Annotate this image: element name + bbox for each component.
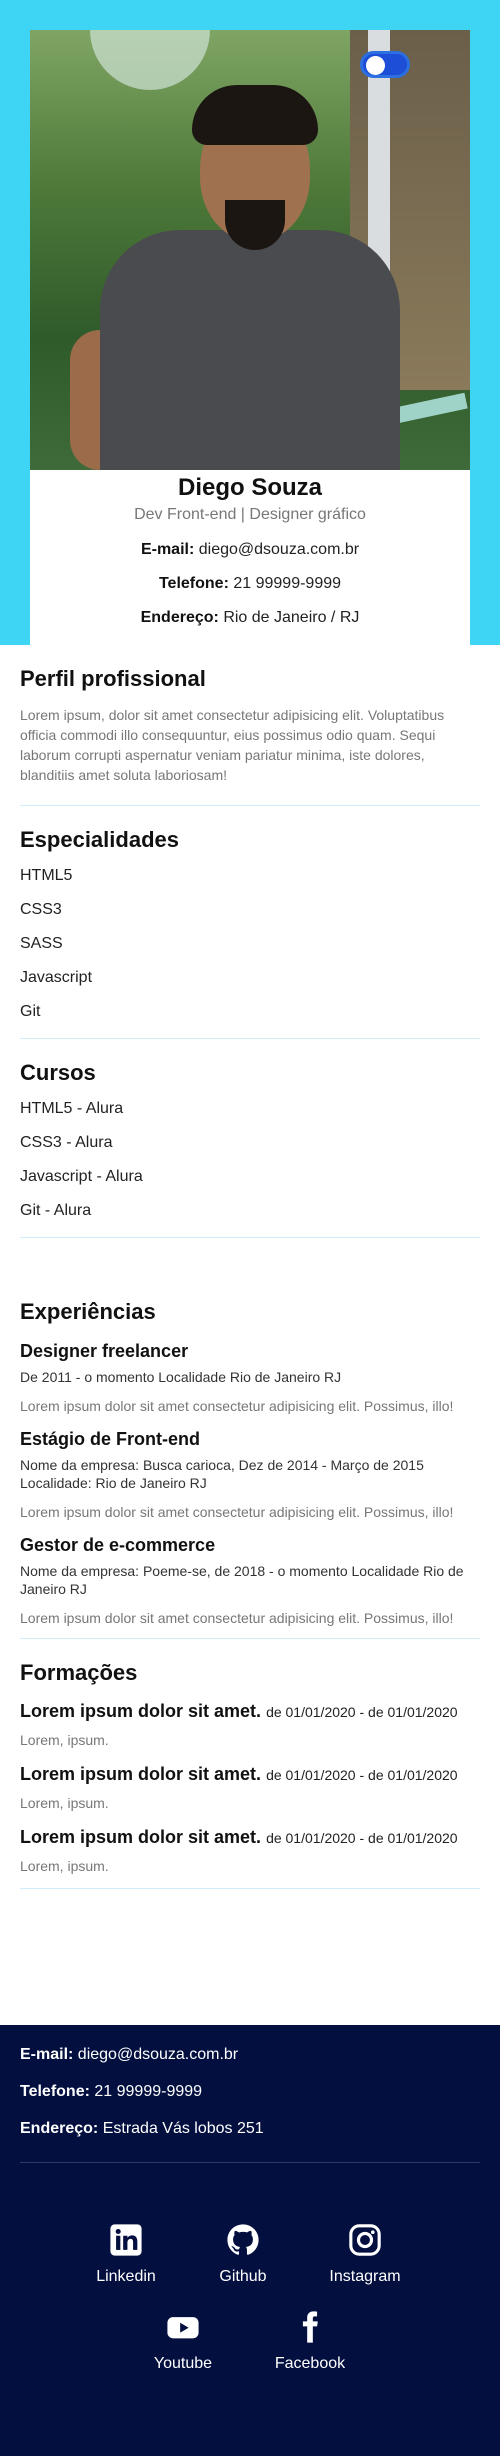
- social-youtube[interactable]: Youtube: [133, 2310, 233, 2373]
- github-icon: [227, 2224, 259, 2255]
- experience-item: Estágio de Front-end Nome da empresa: Bu…: [20, 1428, 480, 1522]
- youtube-label: Youtube: [153, 2355, 213, 2372]
- facebook-icon: [302, 2311, 318, 2343]
- education-item: Lorem ipsum dolor sit amet. de 01/01/202…: [20, 1764, 480, 1813]
- courses-list: HTML5 - Alura CSS3 - Alura Javascript - …: [20, 1099, 480, 1221]
- social-github[interactable]: Github: [193, 2223, 293, 2286]
- toggle-knob: [366, 56, 385, 75]
- skill-item: Git: [20, 1003, 41, 1020]
- course-item: HTML5 - Alura: [20, 1100, 124, 1117]
- github-label: Github: [219, 2268, 267, 2285]
- footer-divider: [20, 2162, 480, 2163]
- social-linkedin[interactable]: Linkedin: [76, 2223, 176, 2286]
- header-email: E-mail: diego@dsouza.com.br: [30, 540, 470, 560]
- profile-hero: Diego Souza Dev Front-end | Designer grá…: [0, 0, 500, 645]
- linkedin-label: Linkedin: [96, 2268, 156, 2285]
- experience-meta: De 2011 - o momento Localidade Rio de Ja…: [20, 1369, 342, 1385]
- phone-label: Telefone:: [158, 575, 229, 592]
- education-dates: de 01/01/2020 - de 01/01/2020: [266, 1830, 458, 1846]
- education-text: Lorem, ipsum.: [20, 1858, 109, 1874]
- email-value: diego@dsouza.com.br: [198, 541, 360, 558]
- footer-address-label: Endereço:: [20, 2120, 99, 2137]
- footer-phone-value: 21 99999-9999: [94, 2083, 203, 2100]
- education-section: Formações Lorem ipsum dolor sit amet. de…: [20, 1639, 480, 1889]
- header-address: Endereço: Rio de Janeiro / RJ: [30, 608, 470, 628]
- email-label: E-mail:: [140, 541, 195, 558]
- address-label: Endereço:: [140, 609, 219, 626]
- course-item: CSS3 - Alura: [20, 1134, 113, 1151]
- education-item: Lorem ipsum dolor sit amet. de 01/01/202…: [20, 1701, 480, 1750]
- experience-text: Lorem ipsum dolor sit amet consectetur a…: [20, 1398, 454, 1414]
- experience-text: Lorem ipsum dolor sit amet consectetur a…: [20, 1610, 454, 1626]
- footer-phone: Telefone: 21 99999-9999: [20, 2082, 202, 2102]
- footer-address-value: Estrada Vás lobos 251: [102, 2120, 264, 2137]
- phone-value: 21 99999-9999: [233, 575, 342, 592]
- youtube-icon: [167, 2317, 199, 2339]
- skills-title: Especialidades: [20, 827, 179, 852]
- profile-section: Perfil profissional Lorem ipsum, dolor s…: [20, 645, 480, 806]
- skill-item: SASS: [20, 935, 63, 952]
- footer-email-label: E-mail:: [20, 2046, 74, 2063]
- photo-sky: [90, 30, 210, 90]
- experience-title: Experiências: [20, 1299, 156, 1324]
- skill-item: HTML5: [20, 867, 73, 884]
- social-instagram[interactable]: Instagram: [315, 2223, 415, 2286]
- experience-role: Designer freelancer: [20, 1341, 189, 1361]
- person-name: Diego Souza: [177, 474, 322, 501]
- footer: E-mail: diego@dsouza.com.br Telefone: 21…: [0, 2025, 500, 2456]
- education-item: Lorem ipsum dolor sit amet. de 01/01/202…: [20, 1827, 480, 1876]
- profile-photo: [30, 30, 470, 470]
- footer-email-value: diego@dsouza.com.br: [77, 2046, 239, 2063]
- skill-item: CSS3: [20, 901, 62, 918]
- skills-list: HTML5 CSS3 SASS Javascript Git: [20, 866, 480, 1022]
- education-course-line: Lorem ipsum dolor sit amet. de 01/01/202…: [20, 1827, 480, 1848]
- experience-role: Gestor de e-commerce: [20, 1535, 216, 1555]
- facebook-label: Facebook: [274, 2355, 346, 2372]
- education-title: Formações: [20, 1660, 138, 1685]
- experience-section: Experiências Designer freelancer De 2011…: [20, 1238, 480, 1639]
- contact-card: Diego Souza Dev Front-end | Designer grá…: [30, 470, 470, 645]
- education-course-line: Lorem ipsum dolor sit amet. de 01/01/202…: [20, 1701, 480, 1722]
- course-item: Git - Alura: [20, 1202, 92, 1219]
- social-facebook[interactable]: Facebook: [260, 2310, 360, 2373]
- experience-meta: Nome da empresa: Poeme-se, de 2018 - o m…: [20, 1563, 464, 1597]
- education-course: Lorem ipsum dolor sit amet.: [20, 1827, 262, 1847]
- profile-title: Perfil profissional: [20, 666, 206, 691]
- education-dates: de 01/01/2020 - de 01/01/2020: [266, 1704, 458, 1720]
- address-value: Rio de Janeiro / RJ: [223, 609, 360, 626]
- photo-hair: [192, 85, 318, 145]
- experience-text: Lorem ipsum dolor sit amet consectetur a…: [20, 1504, 454, 1520]
- profile-text: Lorem ipsum, dolor sit amet consectetur …: [20, 707, 445, 783]
- experience-meta: Nome da empresa: Busca carioca, Dez de 2…: [20, 1457, 424, 1491]
- footer-email: E-mail: diego@dsouza.com.br: [20, 2045, 238, 2065]
- courses-section: Cursos HTML5 - Alura CSS3 - Alura Javasc…: [20, 1039, 480, 1238]
- person-role: Dev Front-end | Designer gráfico: [134, 506, 366, 523]
- skills-section: Especialidades HTML5 CSS3 SASS Javascrip…: [20, 806, 480, 1039]
- experience-item: Designer freelancer De 2011 - o momento …: [20, 1340, 480, 1416]
- experience-item: Gestor de e-commerce Nome da empresa: Po…: [20, 1534, 480, 1628]
- course-item: Javascript - Alura: [20, 1168, 143, 1185]
- education-text: Lorem, ipsum.: [20, 1732, 109, 1748]
- footer-address: Endereço: Estrada Vás lobos 251: [20, 2119, 264, 2139]
- theme-toggle[interactable]: [360, 51, 410, 78]
- education-course: Lorem ipsum dolor sit amet.: [20, 1701, 262, 1721]
- photo-shirt: [100, 230, 400, 470]
- skill-item: Javascript: [20, 969, 93, 986]
- header-phone: Telefone: 21 99999-9999: [30, 574, 470, 594]
- experience-role: Estágio de Front-end: [20, 1429, 200, 1449]
- linkedin-icon: [110, 2224, 142, 2256]
- education-dates: de 01/01/2020 - de 01/01/2020: [266, 1767, 458, 1783]
- instagram-label: Instagram: [329, 2268, 401, 2285]
- education-text: Lorem, ipsum.: [20, 1795, 109, 1811]
- instagram-icon: [349, 2224, 381, 2256]
- education-course: Lorem ipsum dolor sit amet.: [20, 1764, 262, 1784]
- courses-title: Cursos: [20, 1060, 96, 1085]
- education-course-line: Lorem ipsum dolor sit amet. de 01/01/202…: [20, 1764, 480, 1785]
- footer-phone-label: Telefone:: [20, 2083, 90, 2100]
